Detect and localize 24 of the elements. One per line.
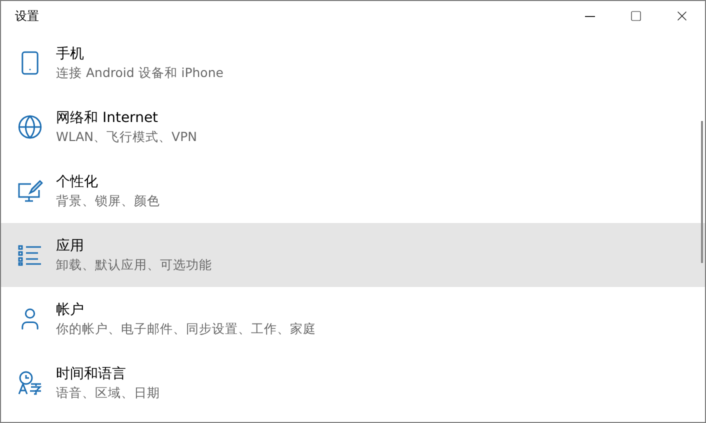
item-description: 卸载、默认应用、可选功能 <box>56 256 212 274</box>
settings-item[interactable]: 个性化 背景、锁屏、颜色 <box>1 159 705 223</box>
item-description: 背景、锁屏、颜色 <box>56 192 160 210</box>
scrollbar[interactable] <box>701 121 703 263</box>
settings-item[interactable]: 手机 连接 Android 设备和 iPhone <box>1 31 705 95</box>
clock-letter-icon <box>17 370 43 396</box>
settings-item[interactable]: 帐户 你的帐户、电子邮件、同步设置、工作、家庭 <box>1 287 705 351</box>
item-description: 连接 Android 设备和 iPhone <box>56 64 224 82</box>
item-description: WLAN、飞行模式、VPN <box>56 128 197 146</box>
item-title: 时间和语言 <box>56 364 127 382</box>
globe-icon <box>17 114 43 140</box>
settings-item[interactable]: 应用 卸载、默认应用、可选功能 <box>1 223 705 287</box>
maximize-icon <box>630 10 642 22</box>
item-title: 个性化 <box>56 172 99 190</box>
settings-item[interactable]: 时间和语言 语音、区域、日期 <box>1 351 705 415</box>
window-title: 设置 <box>15 8 40 24</box>
item-description: 你的帐户、电子邮件、同步设置、工作、家庭 <box>56 320 316 338</box>
settings-item[interactable]: 网络和 Internet WLAN、飞行模式、VPN <box>1 95 705 159</box>
item-title: 手机 <box>56 44 85 62</box>
item-title: 网络和 Internet <box>56 108 160 126</box>
monitor-pen-icon <box>17 178 43 204</box>
item-description: 语音、区域、日期 <box>56 384 160 402</box>
item-title: 帐户 <box>56 300 85 318</box>
item-title: 应用 <box>56 236 85 254</box>
